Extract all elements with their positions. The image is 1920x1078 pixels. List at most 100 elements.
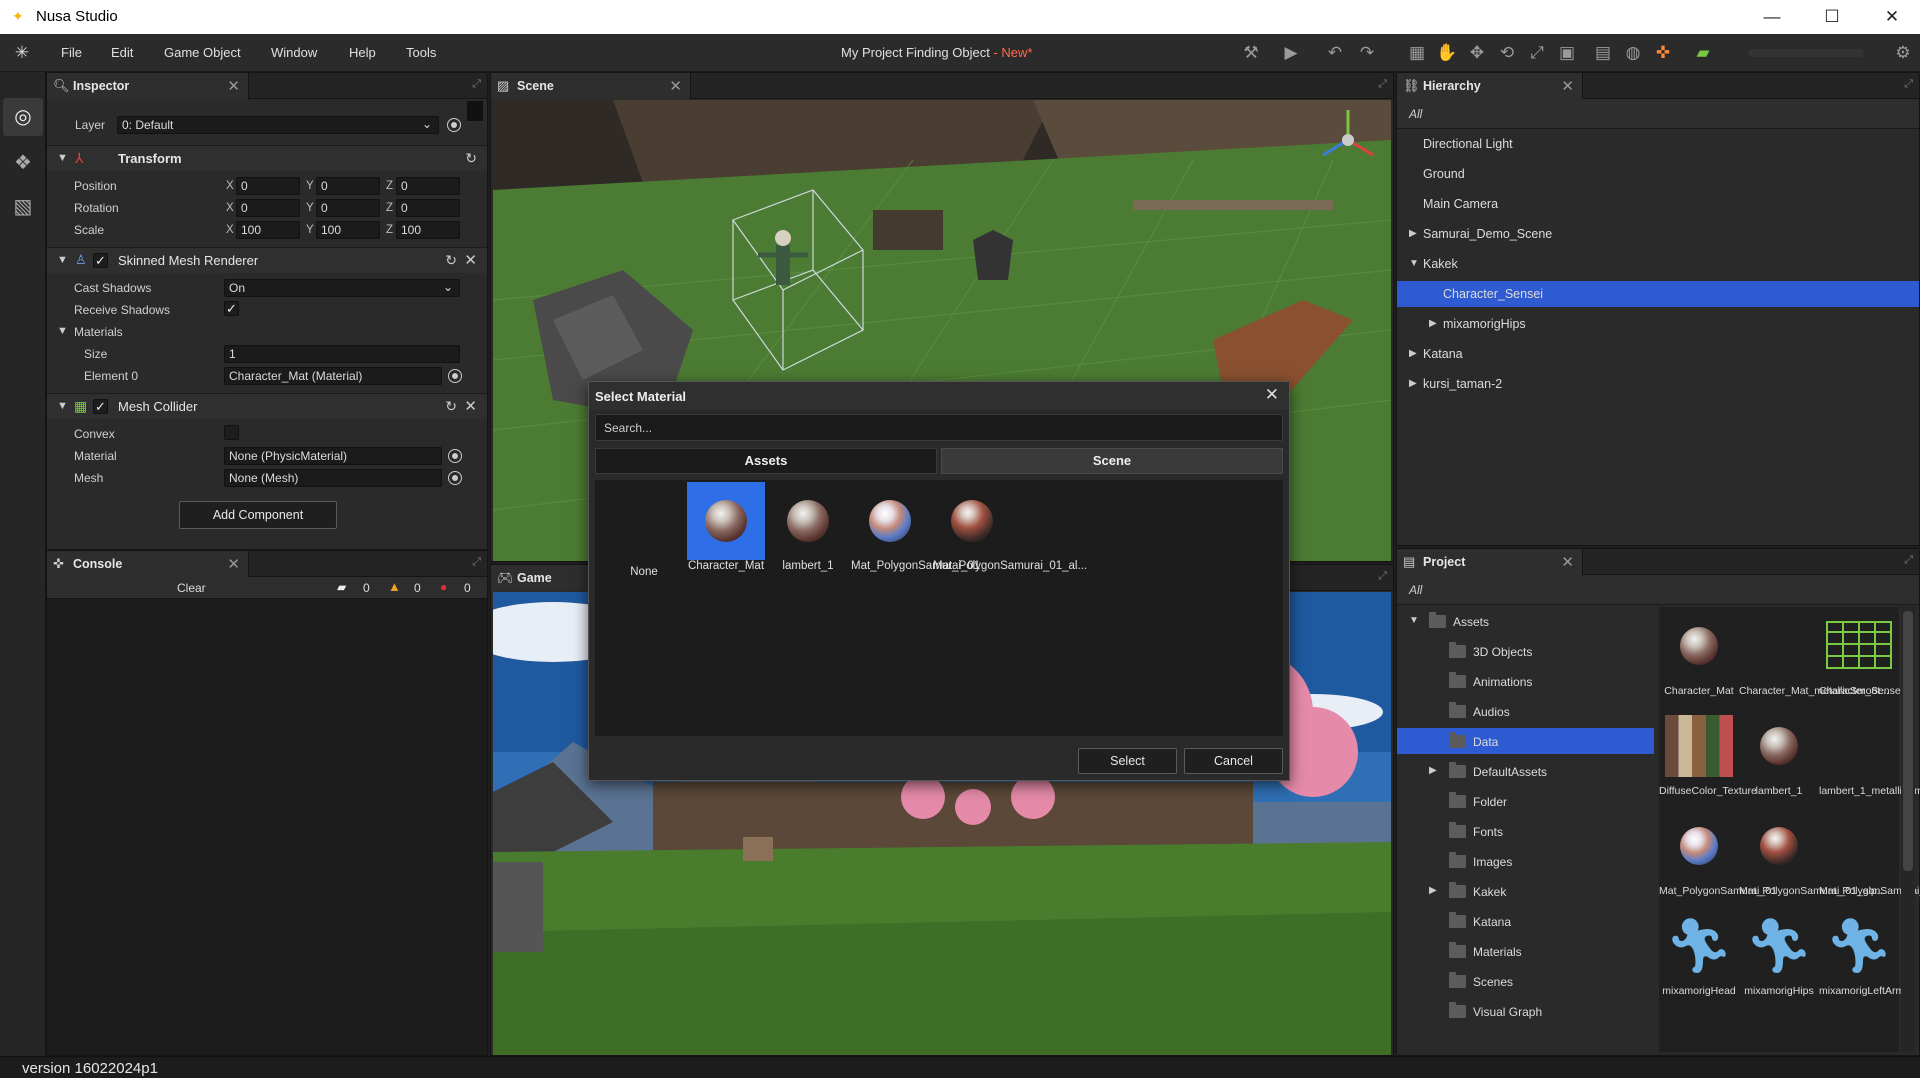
maximize-panel-icon[interactable]: ⤢	[472, 556, 481, 569]
folder-tree-item[interactable]: Audios	[1397, 698, 1654, 724]
menu-file[interactable]: File	[61, 45, 82, 60]
transform-icon[interactable]: ✜	[1652, 42, 1674, 64]
remove-component-icon[interactable]: ✕	[464, 397, 477, 415]
collapsed-arrow-icon[interactable]: ▶	[1429, 885, 1437, 896]
build-icon[interactable]: ▤	[1592, 42, 1614, 64]
material-option[interactable]: lambert_1	[769, 482, 847, 573]
close-window-button[interactable]: ✕	[1872, 4, 1912, 30]
error-icon[interactable]: ●	[440, 580, 447, 594]
collapsed-arrow-icon[interactable]: ▶	[1409, 228, 1417, 239]
rotation-y-field[interactable]: 0	[316, 199, 380, 217]
asset-scrollbar-thumb[interactable]	[1903, 611, 1913, 871]
collapsed-arrow-icon[interactable]: ▶	[1409, 348, 1417, 359]
hierarchy-item[interactable]: ▶ mixamorigHips	[1397, 311, 1919, 337]
transform-section[interactable]: ▼ ⅄ Transform ↻	[47, 145, 487, 171]
folder-tree-item[interactable]: ▼ Assets	[1397, 608, 1654, 634]
folder-tree-item[interactable]: Animations	[1397, 668, 1654, 694]
position-z-field[interactable]: 0	[396, 177, 460, 195]
material-search-input[interactable]: Search...	[595, 414, 1283, 441]
settings-icon[interactable]: ⚙	[1892, 42, 1914, 64]
asset-tile[interactable]: lambert_1	[1739, 715, 1819, 797]
tab-scene-materials[interactable]: Scene	[941, 448, 1283, 474]
folder-tree-item[interactable]: Scenes	[1397, 968, 1654, 994]
collider-mesh-field[interactable]: None (Mesh)	[224, 469, 442, 487]
asset-tile[interactable]: Mat_PolygonSamurai_01_me...	[1819, 815, 1920, 897]
redo-icon[interactable]: ↷	[1356, 42, 1378, 64]
hand-icon[interactable]: ✋	[1436, 42, 1458, 64]
expand-arrow-icon[interactable]: ▼	[1409, 615, 1419, 626]
convex-checkbox[interactable]	[224, 425, 239, 440]
folder-tree-item[interactable]: Materials	[1397, 938, 1654, 964]
hammer-icon[interactable]: ⚒	[1240, 42, 1262, 64]
material-option[interactable]: Mat_PolygonSamurai_01_al...	[933, 482, 1087, 573]
maximize-panel-icon[interactable]: ⤢	[1378, 570, 1387, 583]
mesh-collider-section[interactable]: ▼ ▦ ✓ Mesh Collider ↻ ✕	[47, 393, 487, 419]
position-x-field[interactable]: 0	[236, 177, 300, 195]
maximize-panel-icon[interactable]: ⤢	[472, 78, 481, 91]
close-icon[interactable]: ✕	[669, 77, 682, 95]
skinned-mesh-enabled-checkbox[interactable]: ✓	[93, 253, 108, 268]
menu-window[interactable]: Window	[271, 45, 317, 60]
app-menu-icon[interactable]: ✳	[11, 42, 33, 64]
skinned-mesh-section[interactable]: ▼ ♙ ✓ Skinned Mesh Renderer ↻ ✕	[47, 247, 487, 273]
layers-icon[interactable]: ▧	[10, 194, 36, 220]
minimize-button[interactable]: —	[1752, 4, 1792, 30]
collider-material-field[interactable]: None (PhysicMaterial)	[224, 447, 442, 465]
scale-z-field[interactable]: 100	[396, 221, 460, 239]
scale-icon[interactable]: ⤢	[1526, 42, 1548, 64]
layer-dropdown[interactable]: 0: Default ⌄	[117, 116, 439, 134]
cancel-button[interactable]: Cancel	[1184, 748, 1283, 774]
asset-tile[interactable]: 🏃︎ mixamorigHead	[1659, 915, 1739, 997]
message-icon[interactable]: ▰	[337, 580, 346, 594]
material-option[interactable]: None	[605, 482, 683, 579]
menu-game-object[interactable]: Game Object	[164, 45, 241, 60]
hierarchy-item[interactable]: Ground	[1397, 161, 1919, 187]
asset-tile[interactable]: 🏃︎ mixamorigHips	[1739, 915, 1819, 997]
maximize-button[interactable]: ☐	[1812, 4, 1852, 30]
close-icon[interactable]: ✕	[1561, 77, 1574, 95]
element-0-field[interactable]: Character_Mat (Material)	[224, 367, 442, 385]
folder-tree-item[interactable]: Visual Graph	[1397, 998, 1654, 1024]
tab-console[interactable]: ✜ Console ✕	[47, 551, 249, 577]
folder-tree-item[interactable]: 3D Objects	[1397, 638, 1654, 664]
hierarchy-item[interactable]: Main Camera	[1397, 191, 1919, 217]
folder-tree-item[interactable]: Images	[1397, 848, 1654, 874]
reset-icon[interactable]: ↻	[465, 150, 477, 167]
collapsed-arrow-icon[interactable]: ▶	[1429, 318, 1437, 329]
maximize-panel-icon[interactable]: ⤢	[1378, 78, 1387, 91]
collapse-arrow-icon[interactable]: ▼	[57, 254, 68, 266]
asset-tile[interactable]: 🏃︎ mixamorigLeftArm	[1819, 915, 1904, 997]
collider-mesh-picker-icon[interactable]	[448, 471, 462, 485]
reset-icon[interactable]: ↻	[445, 252, 457, 269]
select-button[interactable]: Select	[1078, 748, 1177, 774]
hierarchy-filter[interactable]: All	[1397, 99, 1919, 129]
world-icon[interactable]: ◎	[10, 104, 36, 130]
undo-icon[interactable]: ↶	[1324, 42, 1346, 64]
asset-tile[interactable]: Mat_PolygonSamurai_01_alp...	[1739, 815, 1886, 897]
hierarchy-item[interactable]: ▼ Kakek	[1397, 251, 1919, 277]
hierarchy-item[interactable]: Character_Sensei	[1397, 281, 1919, 307]
materials-size-field[interactable]: 1	[224, 345, 460, 363]
hierarchy-item[interactable]: ▶ Samurai_Demo_Scene	[1397, 221, 1919, 247]
receive-shadows-checkbox[interactable]: ✓	[224, 301, 239, 316]
folder-tree-item[interactable]: Data	[1397, 728, 1654, 754]
hierarchy-item[interactable]: ▶ Katana	[1397, 341, 1919, 367]
console-log-area[interactable]	[47, 599, 487, 1055]
hierarchy-item[interactable]: ▶ kursi_taman-2	[1397, 371, 1919, 397]
reset-icon[interactable]: ↻	[445, 398, 457, 415]
rect-icon[interactable]: ▣	[1556, 42, 1578, 64]
scale-x-field[interactable]: 100	[236, 221, 300, 239]
rotation-z-field[interactable]: 0	[396, 199, 460, 217]
collapsed-arrow-icon[interactable]: ▶	[1409, 378, 1417, 389]
menu-help[interactable]: Help	[349, 45, 376, 60]
move-icon[interactable]: ✥	[1466, 42, 1488, 64]
add-component-button[interactable]: Add Component	[179, 501, 337, 529]
tab-scene[interactable]: ▨ Scene ✕	[491, 73, 691, 99]
tab-inspector[interactable]: 🔍︎ Inspector ✕	[47, 73, 249, 99]
menu-tools[interactable]: Tools	[406, 45, 436, 60]
collider-material-picker-icon[interactable]	[448, 449, 462, 463]
layer-picker-icon[interactable]	[447, 118, 461, 132]
grid-icon[interactable]: ▦	[1406, 42, 1428, 64]
cube-3d-icon[interactable]: ❖	[10, 150, 36, 176]
scale-y-field[interactable]: 100	[316, 221, 380, 239]
